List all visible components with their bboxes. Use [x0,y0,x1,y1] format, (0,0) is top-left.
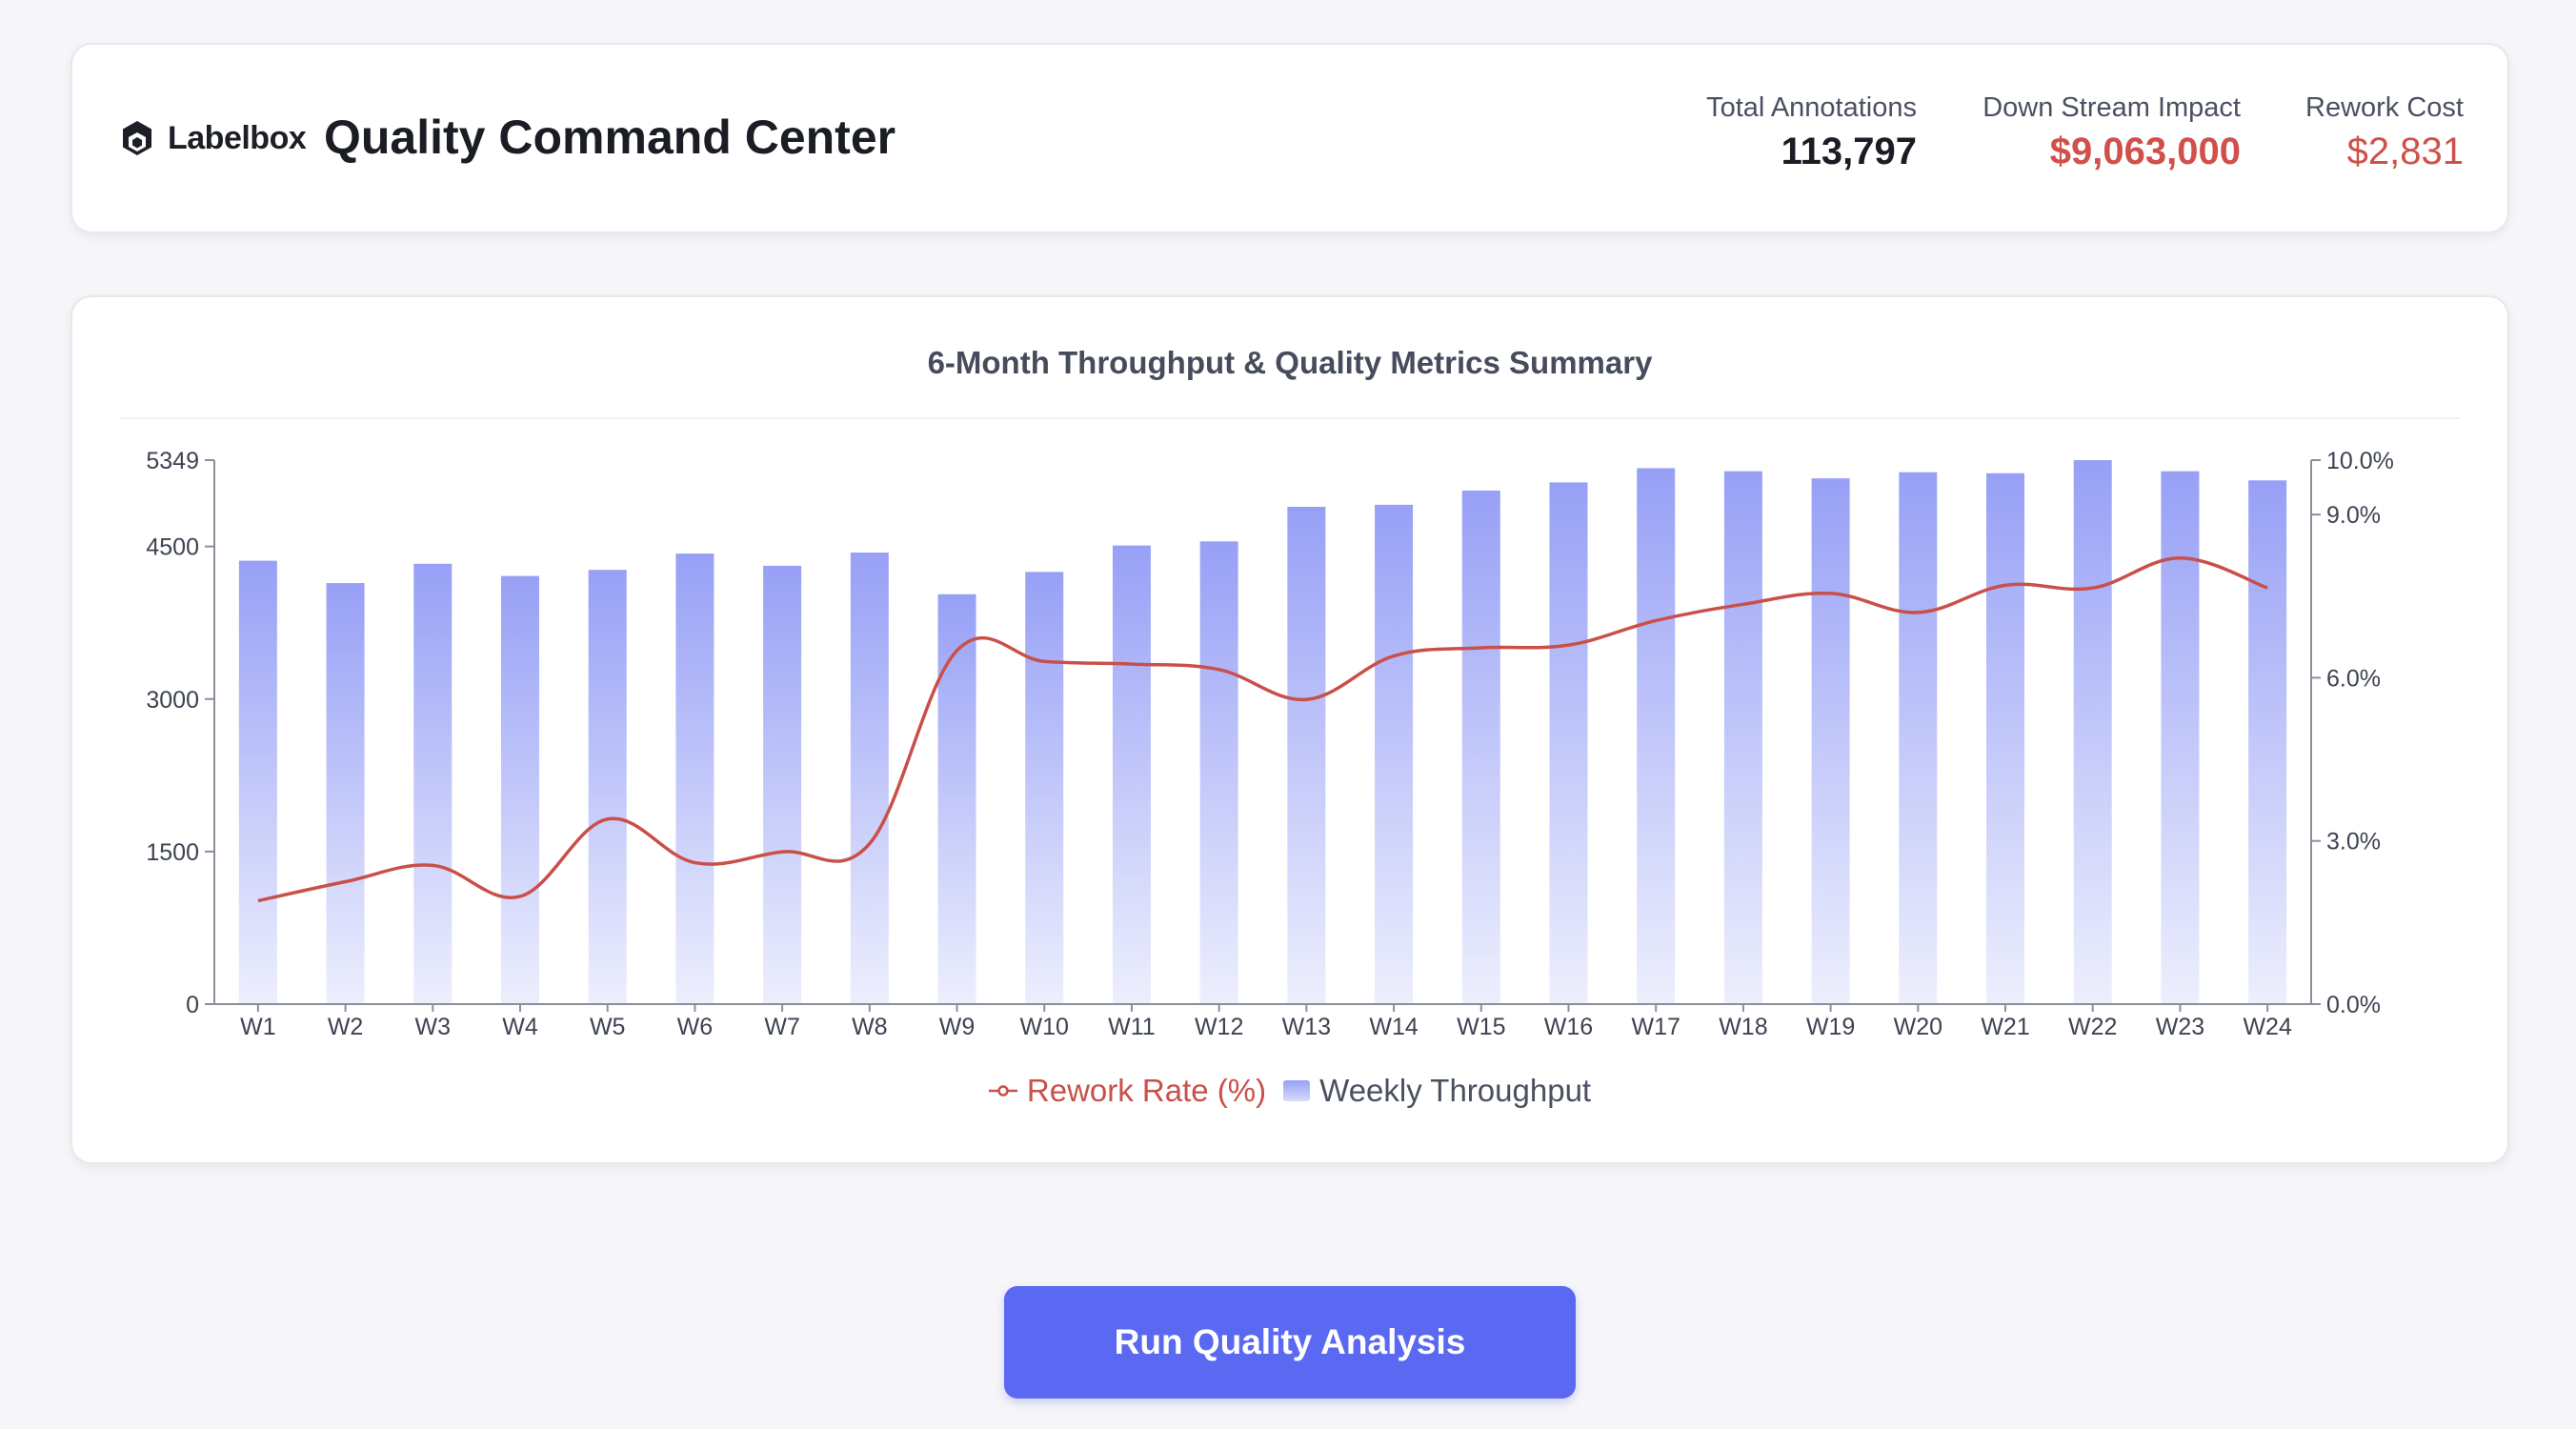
y-right-tick-label: 6.0% [2326,665,2381,692]
bar-w21[interactable] [1986,473,2025,1004]
x-tick-label: W12 [1195,1014,1243,1040]
labelbox-cube-icon [123,121,151,155]
labelbox-logo[interactable]: Labelbox [120,119,307,157]
y-right-tick-label: 3.0% [2326,829,2381,855]
x-tick-label: W8 [852,1014,888,1040]
x-tick-label: W19 [1806,1014,1855,1040]
bar-w23[interactable] [2161,471,2200,1004]
run-quality-analysis-button[interactable]: Run Quality Analysis [1004,1286,1576,1399]
stat-value: $9,063,000 [2049,131,2241,172]
stat-rework-cost: Rework Cost $2,831 [2305,91,2464,176]
x-tick-label: W20 [1894,1014,1942,1040]
x-tick-label: W3 [415,1014,452,1040]
x-tick-label: W1 [240,1014,276,1040]
y-left-tick-label: 4500 [146,534,199,561]
x-tick-label: W10 [1020,1014,1069,1040]
bar-w9[interactable] [937,594,976,1004]
bar-w3[interactable] [413,563,453,1004]
x-tick-label: W7 [764,1014,800,1040]
stat-label: Rework Cost [2305,92,2464,123]
stat-label: Down Stream Impact [1982,92,2241,123]
y-left-tick-label: 1500 [146,839,199,866]
bar-w17[interactable] [1637,468,1676,1004]
x-tick-label: W23 [2156,1014,2204,1040]
x-tick-label: W17 [1631,1014,1680,1040]
bar-w18[interactable] [1723,471,1762,1004]
bar-w20[interactable] [1899,472,1938,1004]
bar-w15[interactable] [1461,490,1500,1004]
x-tick-label: W24 [2243,1014,2292,1040]
x-tick-label: W5 [590,1014,626,1040]
x-tick-label: W16 [1544,1014,1593,1040]
x-tick-label: W9 [939,1014,976,1040]
legend-item-throughput[interactable]: Weekly Throughput [1283,1073,1591,1109]
legend-item-rework[interactable]: Rework Rate (%) [988,1073,1267,1109]
bar-w19[interactable] [1811,478,1850,1005]
line-marker-icon [988,1085,1017,1097]
page-title: Quality Command Center [324,111,896,164]
legend-label: Weekly Throughput [1319,1073,1592,1108]
throughput-quality-chart: 0 1500 3000 4500 5349 0.0% 3.0% 6.0% 9.0% 10.0% W1… [146,448,2394,1040]
x-tick-label: W15 [1457,1014,1505,1040]
x-tick-label: W11 [1108,1014,1156,1040]
bar-w10[interactable] [1025,572,1064,1004]
x-tick-label: W21 [1981,1014,2029,1040]
y-left-tick-label: 0 [186,992,199,1018]
bar-w16[interactable] [1549,482,1588,1004]
bar-w1[interactable] [238,560,277,1004]
y-left-tick-label: 3000 [146,687,199,714]
bar-w14[interactable] [1375,504,1414,1004]
bars-layer [238,460,2287,1005]
bar-w11[interactable] [1112,545,1151,1004]
bar-w5[interactable] [588,570,627,1004]
bar-w13[interactable] [1287,506,1326,1004]
logo-text: Labelbox [168,119,307,156]
y-left-tick-label: 5349 [146,448,199,474]
bar-w8[interactable] [850,553,889,1004]
stat-total-annotations: Total Annotations 113,797 [1706,91,1917,176]
bar-w22[interactable] [2073,460,2112,1004]
legend-label: Rework Rate (%) [1026,1073,1267,1108]
x-tick-label: W22 [2068,1014,2117,1040]
stat-downstream-impact: Down Stream Impact $9,063,000 [1982,91,2241,176]
stat-value: $2,831 [2346,131,2464,172]
x-tick-label: W13 [1282,1014,1331,1040]
bar-w6[interactable] [675,553,714,1004]
y-right-tick-label: 10.0% [2326,448,2394,474]
x-tick-label: W18 [1719,1014,1767,1040]
bar-w12[interactable] [1199,541,1238,1004]
chart-card: 6-Month Throughput & Quality Metrics Sum… [70,295,2509,1164]
line-layer [257,556,2268,903]
x-tick-label: W6 [677,1014,714,1040]
y-right-tick-label: 0.0% [2326,992,2381,1018]
bar-w2[interactable] [326,583,365,1004]
x-tick-label: W4 [502,1014,538,1040]
x-tick-label: W14 [1369,1014,1419,1040]
bar-w4[interactable] [500,575,539,1004]
rework-rate-line[interactable] [257,556,2268,903]
bar-w7[interactable] [763,565,802,1004]
bar-swatch-icon [1283,1080,1311,1101]
axes-layer: 0 1500 3000 4500 5349 0.0% 3.0% 6.0% 9.0% 10.0% W1… [146,448,2394,1040]
y-right-tick-label: 9.0% [2326,502,2381,529]
x-tick-label: W2 [328,1014,364,1040]
bar-w24[interactable] [2248,480,2287,1004]
header-card: Labelbox Quality Command Center Total An… [70,43,2509,233]
stat-label: Total Annotations [1706,92,1917,123]
stat-value: 113,797 [1781,131,1917,172]
chart-legend: Rework Rate (%) Weekly Throughput [72,1073,2507,1109]
